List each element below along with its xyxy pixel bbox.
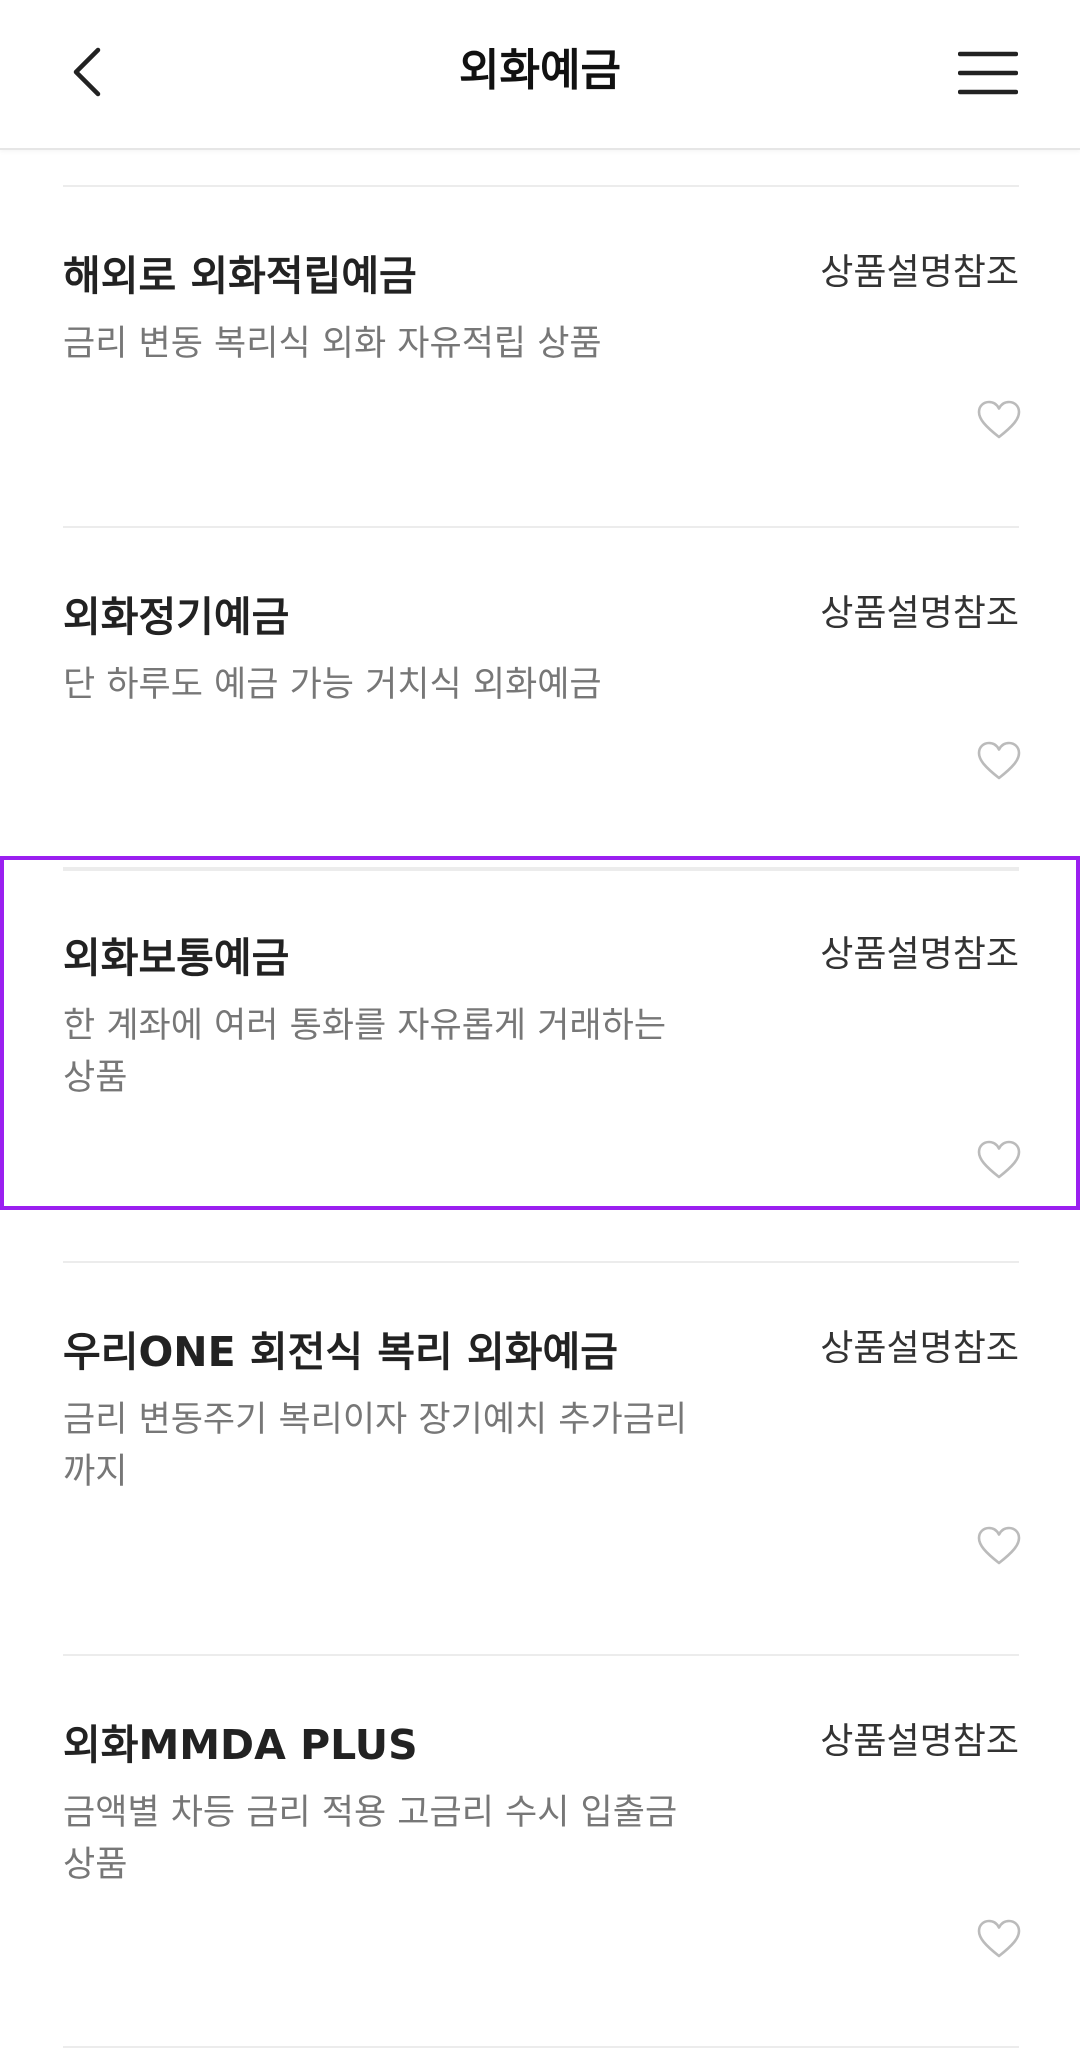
hamburger-menu-icon <box>958 51 1018 95</box>
favorite-button[interactable] <box>975 1136 1023 1184</box>
list-divider <box>63 2046 1019 2048</box>
favorite-button[interactable] <box>975 1915 1023 1963</box>
product-name: 외화MMDA PLUS <box>63 1721 418 1769</box>
product-rate: 상품설명참조 <box>820 1721 1019 1762</box>
product-name: 외화정기예금 <box>63 593 290 641</box>
product-name: 우리ONE 회전식 복리 외화예금 <box>63 1328 618 1376</box>
product-rate: 상품설명참조 <box>820 252 1019 293</box>
heart-outline-icon <box>977 741 1021 780</box>
favorite-button[interactable] <box>975 1522 1023 1570</box>
product-rate: 상품설명참조 <box>820 934 1019 975</box>
page-title: 외화예금 <box>459 45 621 96</box>
product-description: 단 하루도 예금 가능 거치식 외화예금 <box>63 665 602 705</box>
menu-button[interactable] <box>948 38 1028 108</box>
product-description: 금리 변동 복리식 외화 자유적립 상품 <box>63 324 602 364</box>
product-item[interactable]: 외화MMDA PLUS 상품설명참조 금액별 차등 금리 적용 고금리 수시 입… <box>0 1656 1080 2046</box>
product-rate: 상품설명참조 <box>820 1328 1019 1369</box>
back-button[interactable] <box>52 36 124 108</box>
list-divider <box>63 869 1019 871</box>
product-item[interactable]: 우리ONE 회전식 복리 외화예금 상품설명참조 금리 변동주기 복리이자 장기… <box>0 1263 1080 1653</box>
product-item[interactable]: 해외로 외화적립예금 상품설명참조 금리 변동 복리식 외화 자유적립 상품 <box>0 187 1080 526</box>
app-header: 외화예금 <box>0 0 1080 150</box>
heart-outline-icon <box>977 1919 1021 1958</box>
heart-outline-icon <box>977 400 1021 439</box>
heart-outline-icon <box>977 1140 1021 1179</box>
product-name: 해외로 외화적립예금 <box>63 252 417 300</box>
product-name: 외화보통예금 <box>63 934 290 982</box>
product-rate: 상품설명참조 <box>820 593 1019 634</box>
product-description: 금액별 차등 금리 적용 고금리 수시 입출금 상품 <box>63 1793 678 1885</box>
favorite-button[interactable] <box>975 396 1023 444</box>
product-item[interactable]: 외화정기예금 상품설명참조 단 하루도 예금 가능 거치식 외화예금 <box>0 528 1080 867</box>
favorite-button[interactable] <box>975 737 1023 785</box>
product-item-selected[interactable]: 외화보통예금 상품설명참조 한 계좌에 여러 통화를 자유롭게 거래하는 상품 <box>0 856 1080 1210</box>
product-description: 한 계좌에 여러 통화를 자유롭게 거래하는 상품 <box>63 1006 667 1098</box>
heart-outline-icon <box>977 1526 1021 1565</box>
chevron-left-icon <box>73 47 101 97</box>
product-description: 금리 변동주기 복리이자 장기예치 추가금리까지 <box>63 1400 688 1492</box>
